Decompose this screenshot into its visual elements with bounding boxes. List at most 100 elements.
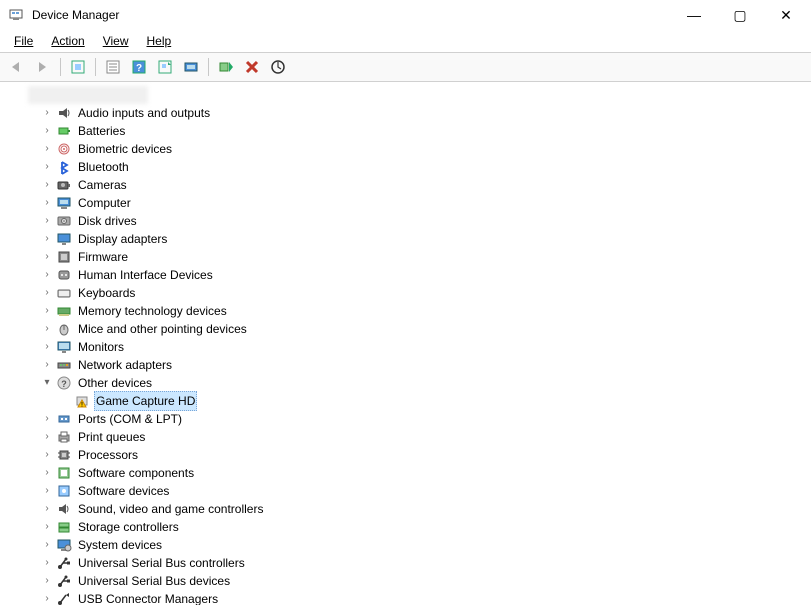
- menu-file[interactable]: File: [6, 32, 41, 50]
- tree-node[interactable]: ›Bluetooth: [0, 158, 811, 176]
- tree-node[interactable]: › Software components: [0, 464, 811, 482]
- enable-device-button[interactable]: [215, 56, 237, 78]
- audio-icon: [56, 105, 72, 121]
- tree-child-node[interactable]: !Game Capture HD: [0, 392, 811, 410]
- tree-node-label: Disk drives: [76, 212, 139, 230]
- chevron-right-icon[interactable]: ›: [40, 284, 54, 302]
- firmware-icon: [56, 249, 72, 265]
- tree-node[interactable]: ›Network adapters: [0, 356, 811, 374]
- uninstall-button[interactable]: [241, 56, 263, 78]
- update-driver-button[interactable]: [180, 56, 202, 78]
- tree-node[interactable]: ›Mice and other pointing devices: [0, 320, 811, 338]
- svg-text:?: ?: [136, 63, 142, 74]
- tree-node[interactable]: › USB Connector Managers: [0, 590, 811, 605]
- tree-node-label: Monitors: [76, 338, 126, 356]
- chevron-right-icon[interactable]: ›: [40, 266, 54, 284]
- chevron-right-icon[interactable]: ›: [40, 104, 54, 122]
- tree-node[interactable]: › Monitors: [0, 338, 811, 356]
- chevron-right-icon[interactable]: ›: [40, 230, 54, 248]
- chevron-right-icon[interactable]: ›: [40, 482, 54, 500]
- tree-node[interactable]: ›Cameras: [0, 176, 811, 194]
- tree-node[interactable]: › Batteries: [0, 122, 811, 140]
- tree-node-label: Batteries: [76, 122, 127, 140]
- printer-icon: [56, 429, 72, 445]
- maximize-button[interactable]: ▢: [717, 0, 763, 30]
- window-buttons: — ▢ ✕: [671, 0, 809, 30]
- tree-node-label: Keyboards: [76, 284, 137, 302]
- toolbar: ?: [0, 52, 811, 82]
- minimize-button[interactable]: —: [671, 0, 717, 30]
- warning-icon: !: [74, 393, 90, 409]
- tree-node-label: Universal Serial Bus controllers: [76, 554, 247, 572]
- chevron-right-icon[interactable]: ›: [40, 338, 54, 356]
- chevron-right-icon[interactable]: ›: [40, 464, 54, 482]
- chevron-right-icon[interactable]: ›: [40, 446, 54, 464]
- chevron-right-icon[interactable]: ›: [40, 554, 54, 572]
- tree-node-label: USB Connector Managers: [76, 590, 220, 605]
- tree-node[interactable]: ›Ports (COM & LPT): [0, 410, 811, 428]
- menu-action[interactable]: Action: [43, 32, 92, 50]
- system-icon: [56, 537, 72, 553]
- tree-node[interactable]: ›Biometric devices: [0, 140, 811, 158]
- chevron-right-icon[interactable]: ›: [40, 158, 54, 176]
- chevron-right-icon[interactable]: ›: [40, 248, 54, 266]
- chevron-right-icon[interactable]: ›: [40, 194, 54, 212]
- menu-view[interactable]: View: [95, 32, 137, 50]
- tree-node[interactable]: › Universal Serial Bus controllers: [0, 554, 811, 572]
- tree-node-label: Software components: [76, 464, 196, 482]
- tree-node[interactable]: › System devices: [0, 536, 811, 554]
- tree-node[interactable]: ›Computer: [0, 194, 811, 212]
- chevron-right-icon[interactable]: ›: [40, 302, 54, 320]
- hid-icon: [56, 267, 72, 283]
- tree-node[interactable]: ›Universal Serial Bus devices: [0, 572, 811, 590]
- chevron-right-icon[interactable]: ›: [40, 572, 54, 590]
- tree-node[interactable]: ›Processors: [0, 446, 811, 464]
- tree-node-label: System devices: [76, 536, 164, 554]
- chevron-right-icon[interactable]: ›: [40, 212, 54, 230]
- tree-node[interactable]: › Disk drives: [0, 212, 811, 230]
- refresh-button[interactable]: [154, 56, 176, 78]
- toolbar-separator: [208, 58, 209, 76]
- device-tree[interactable]: ›Audio inputs and outputs›Batteries›Biom…: [0, 82, 811, 605]
- show-hidden-button[interactable]: [67, 56, 89, 78]
- tree-node[interactable]: › Keyboards: [0, 284, 811, 302]
- chevron-right-icon[interactable]: ›: [40, 536, 54, 554]
- chevron-right-icon[interactable]: ›: [40, 500, 54, 518]
- tree-node[interactable]: ›Firmware: [0, 248, 811, 266]
- tree-node[interactable]: ›Memory technology devices: [0, 302, 811, 320]
- back-button[interactable]: [6, 56, 28, 78]
- tree-node[interactable]: ›Software devices: [0, 482, 811, 500]
- usb-icon: [56, 573, 72, 589]
- tree-node[interactable]: ›Sound, video and game controllers: [0, 500, 811, 518]
- other-icon: ?: [56, 375, 72, 391]
- chevron-right-icon[interactable]: ›: [40, 122, 54, 140]
- chevron-right-icon[interactable]: ›: [40, 140, 54, 158]
- chevron-right-icon[interactable]: ›: [40, 410, 54, 428]
- menu-help[interactable]: Help: [139, 32, 180, 50]
- memory-icon: [56, 303, 72, 319]
- chevron-right-icon[interactable]: ›: [40, 590, 54, 605]
- scan-hardware-button[interactable]: [267, 56, 289, 78]
- chevron-right-icon[interactable]: ›: [40, 320, 54, 338]
- tree-node[interactable]: ›Human Interface Devices: [0, 266, 811, 284]
- disk-icon: [56, 213, 72, 229]
- tree-root-row[interactable]: [0, 86, 811, 104]
- chevron-down-icon[interactable]: ▾: [40, 374, 54, 392]
- chevron-right-icon[interactable]: ›: [40, 176, 54, 194]
- help-button[interactable]: ?: [128, 56, 150, 78]
- chevron-right-icon[interactable]: ›: [40, 518, 54, 536]
- forward-button[interactable]: [32, 56, 54, 78]
- close-button[interactable]: ✕: [763, 0, 809, 30]
- swdev-icon: [56, 483, 72, 499]
- tree-node[interactable]: ›Print queues: [0, 428, 811, 446]
- chevron-right-icon[interactable]: ›: [40, 356, 54, 374]
- tree-node[interactable]: ›Display adapters: [0, 230, 811, 248]
- monitor-icon: [56, 339, 72, 355]
- tree-node[interactable]: ▾?Other devices: [0, 374, 811, 392]
- chevron-right-icon[interactable]: ›: [40, 428, 54, 446]
- computer-icon: [56, 195, 72, 211]
- toolbar-separator: [60, 58, 61, 76]
- properties-button[interactable]: [102, 56, 124, 78]
- tree-node[interactable]: ›Storage controllers: [0, 518, 811, 536]
- tree-node[interactable]: ›Audio inputs and outputs: [0, 104, 811, 122]
